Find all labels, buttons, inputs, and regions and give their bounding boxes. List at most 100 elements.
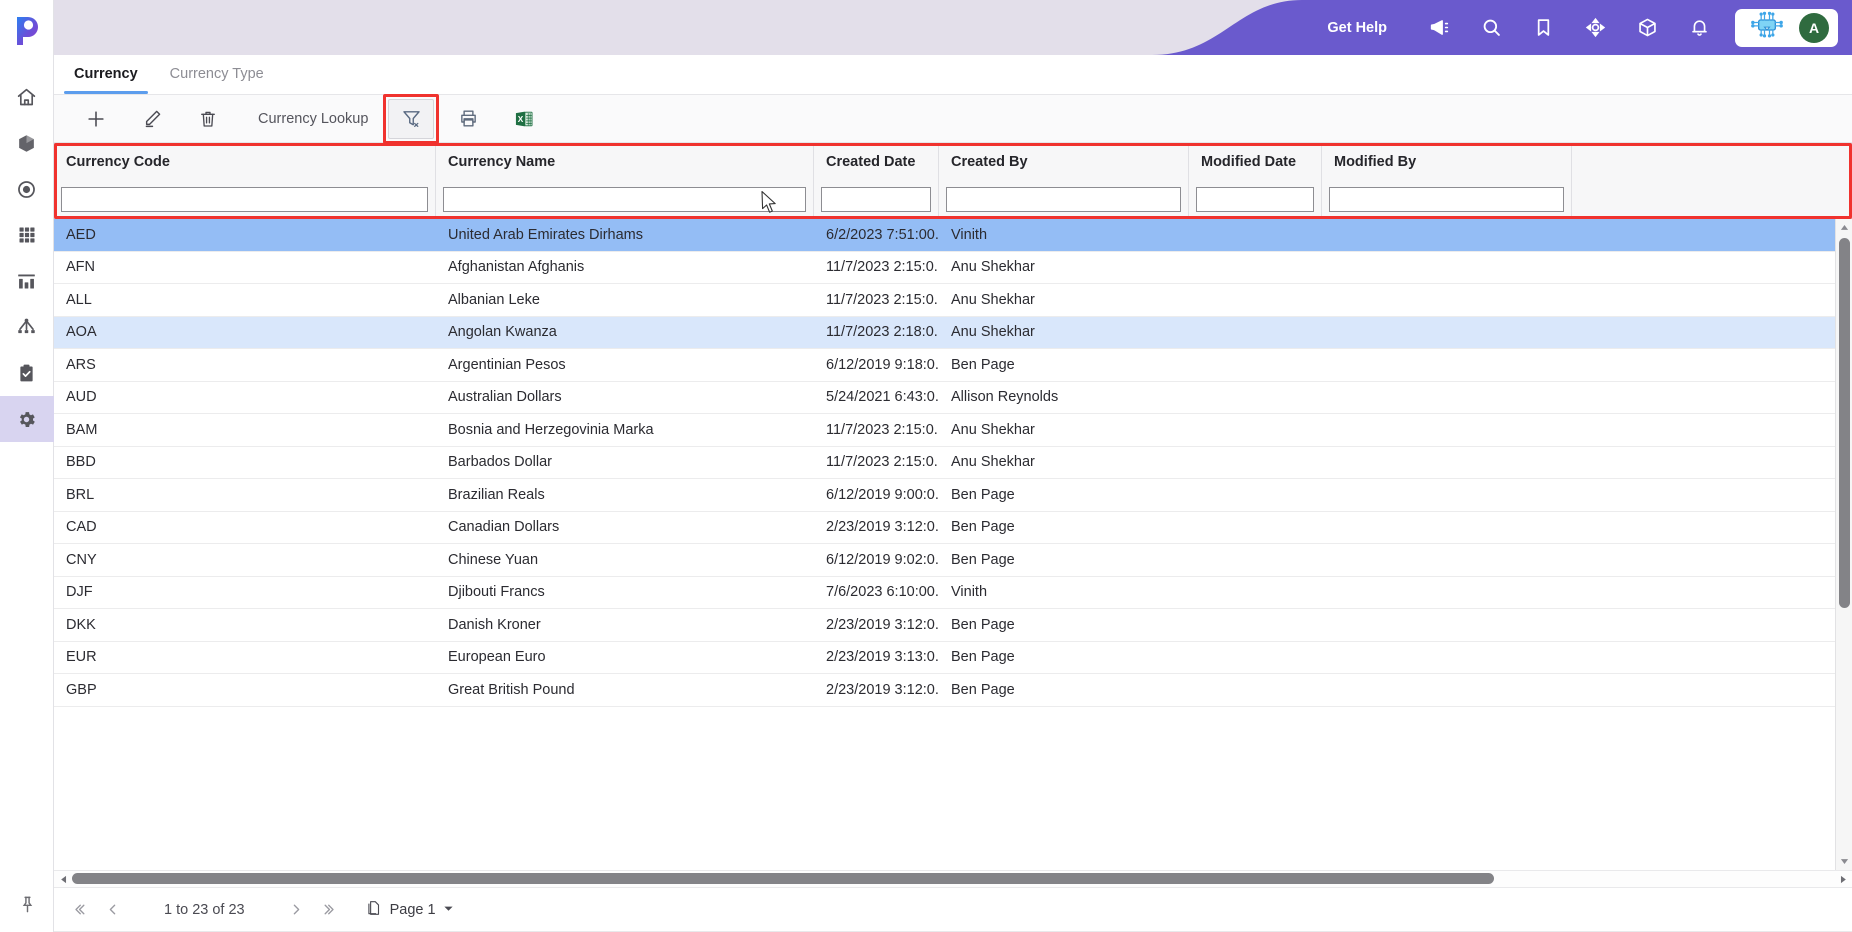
scroll-up-arrow[interactable] [1836,219,1852,236]
ai-assistant-button[interactable]: A [1735,8,1838,47]
main-area: Get Help A Currency Currency Type Curren… [54,0,1852,932]
horizontal-scrollbar[interactable] [54,870,1852,888]
cell-created-by: Ben Page [951,616,1015,633]
table-row[interactable]: DKK Danish Kroner 2/23/2019 3:12:0... Ben P… [54,609,1852,642]
cell-created-by: Ben Page [951,551,1015,568]
column-header-created-by[interactable]: Created By [939,144,1189,180]
left-nav-rail [0,0,54,932]
table-row[interactable]: ALL Albanian Leke 11/7/2023 2:15:0... Anu S… [54,284,1852,317]
table-row[interactable]: AFN Afghanistan Afghanis 11/7/2023 2:15:0.… [54,252,1852,284]
sidebar-item-settings[interactable] [0,396,54,442]
table-row[interactable]: AUD Australian Dollars 5/24/2021 6:43:0...… [54,382,1852,414]
page-selector[interactable]: Page 1 [365,899,454,921]
filter-input-currency-code[interactable] [61,186,428,212]
sidebar-item-reports[interactable] [0,258,54,304]
table-row[interactable]: AOA Angolan Kwanza 11/7/2023 2:18:0... Anu … [54,316,1852,349]
sidebar-item-target[interactable] [0,166,54,212]
grid-body: AED United Arab Emirates Dirhams 6/2/2023 … [54,219,1852,870]
column-header-currency-code[interactable]: Currency Code [54,144,436,180]
table-row[interactable]: CNY Chinese Yuan 6/12/2019 9:02:0... Ben Pa… [54,544,1852,577]
cell-created-by: Anu Shekhar [951,259,1035,276]
crosshair-icon[interactable] [1569,0,1621,55]
pages-icon [365,899,383,921]
column-header-created-date[interactable]: Created Date [814,144,939,180]
box-icon[interactable] [1621,0,1673,55]
cell-modified-date [1189,577,1322,609]
tab-currency-type[interactable]: Currency Type [154,54,280,94]
cell-created-by: Allison Reynolds [951,389,1059,406]
vertical-scroll-track[interactable] [1836,236,1852,853]
table-row[interactable]: DJF Djibouti Francs 7/6/2023 6:10:00... Vin… [54,577,1852,609]
edit-button[interactable] [124,97,180,141]
cell-created-date: 2/23/2019 3:12:0... [826,616,939,633]
cell-created-date: 11/7/2023 2:18:0... [826,324,939,341]
cell-created-date: 11/7/2023 2:15:0... [826,421,939,438]
cell-created-date: 2/23/2019 3:12:0... [826,681,939,698]
sidebar-item-modules[interactable] [0,212,54,258]
table-row[interactable]: ARS Argentinian Pesos 6/12/2019 9:18:0... B… [54,349,1852,382]
delete-button[interactable] [180,97,236,141]
cell-code: DKK [66,616,96,633]
filter-input-created-date[interactable] [821,186,931,212]
export-excel-button[interactable]: X [496,97,552,141]
table-row[interactable]: BBD Barbados Dollar 11/7/2023 2:15:0... Anu… [54,447,1852,479]
tab-currency[interactable]: Currency [58,54,154,94]
cell-created-date: 11/7/2023 2:15:0... [826,291,939,308]
search-icon[interactable] [1465,0,1517,55]
chevron-down-icon[interactable] [443,902,454,918]
add-button[interactable] [68,97,124,141]
cell-modified-date [1189,414,1322,446]
bookmark-icon[interactable] [1517,0,1569,55]
cell-code: ALL [66,291,92,308]
cell-code: DJF [66,584,93,601]
table-row[interactable]: CAD Canadian Dollars 2/23/2019 3:12:0... Be… [54,512,1852,544]
vertical-scrollbar[interactable] [1835,219,1852,870]
filter-cell-modified-by [1322,180,1572,218]
next-page-button[interactable] [281,894,313,926]
cell-modified-by [1322,317,1572,349]
first-page-button[interactable] [62,894,94,926]
prev-page-button[interactable] [96,894,128,926]
sidebar-item-home[interactable] [0,74,54,120]
filter-input-created-by[interactable] [946,186,1181,212]
cell-name: Djibouti Francs [448,584,545,601]
cell-modified-date [1189,219,1322,251]
app-logo[interactable] [0,0,54,62]
scroll-down-arrow[interactable] [1836,853,1852,870]
table-row[interactable]: BRL Brazilian Reals 6/12/2019 9:00:0... Ben… [54,479,1852,512]
scroll-left-arrow[interactable] [56,875,70,884]
avatar[interactable]: A [1799,12,1829,43]
vertical-scroll-thumb[interactable] [1838,238,1850,608]
cell-modified-date [1189,349,1322,381]
table-row[interactable]: GBP Great British Pound 2/23/2019 3:12:0..… [54,674,1852,707]
megaphone-icon[interactable] [1413,0,1465,55]
cell-modified-date [1189,544,1322,576]
table-row[interactable]: AED United Arab Emirates Dirhams 6/2/2023 … [54,219,1852,252]
bell-icon[interactable] [1673,0,1725,55]
cell-name: Canadian Dollars [448,519,560,536]
sidebar-item-products[interactable] [0,120,54,166]
pin-icon[interactable] [0,895,54,914]
filter-input-modified-by[interactable] [1329,186,1564,212]
cell-modified-date [1189,447,1322,479]
currency-lookup-button[interactable]: Currency Lookup [236,111,382,127]
cell-modified-by [1322,414,1572,446]
clear-filter-button[interactable] [383,93,440,144]
column-header-currency-name[interactable]: Currency Name [436,144,814,180]
cell-created-by: Ben Page [951,356,1015,373]
column-header-modified-by[interactable]: Modified By [1322,144,1572,180]
table-row[interactable]: EUR European Euro 2/23/2019 3:13:0... Ben P… [54,642,1852,674]
scroll-right-arrow[interactable] [1836,875,1850,884]
last-page-button[interactable] [315,894,347,926]
filter-input-modified-date[interactable] [1196,186,1314,212]
sidebar-item-tasks[interactable] [0,350,54,396]
filter-input-currency-name[interactable] [443,186,806,212]
table-row[interactable]: BAM Bosnia and Herzegovinia Marka 11/7/202… [54,414,1852,447]
print-button[interactable] [440,97,496,141]
sidebar-item-hierarchy[interactable] [0,304,54,350]
column-header-modified-date[interactable]: Modified Date [1189,144,1322,180]
get-help-button[interactable]: Get Help [1327,20,1387,36]
cell-name: European Euro [448,649,546,666]
horizontal-scroll-thumb[interactable] [72,873,1494,884]
horizontal-scroll-track[interactable] [70,870,1836,888]
